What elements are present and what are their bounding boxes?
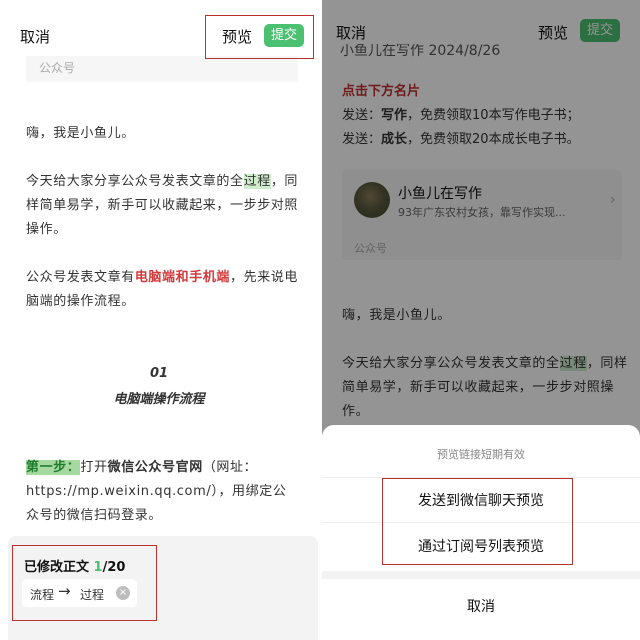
divider [322,571,640,579]
annotation-highlight-box [12,545,157,621]
left-editor-panel: 取消 预览 提交 公众号 嗨，我是小鱼儿。 今天给大家分享公众号发表文章的全过程… [0,0,318,640]
annotation-highlight-box [205,15,314,59]
article-paragraph[interactable]: 公众号发表文章有电脑端和手机端，先来说电脑端的操作流程。 [26,266,300,314]
cancel-button[interactable]: 取消 [20,26,50,47]
sheet-tip: 预览链接短期有效 [437,448,525,461]
modified-word-highlight: 过程 [243,174,271,189]
paragraph-text: 嗨，我是小鱼儿。 [26,126,135,141]
annotation-highlight-box [382,478,573,565]
article-paragraph[interactable]: 今天给大家分享公众号发表文章的全过程，同样简单易学，新手可以收藏起来，一步步对照… [26,170,300,242]
sheet-cancel-button[interactable]: 取消 [322,596,640,616]
step-label: 第一步： [26,460,81,475]
section-number: 01 [149,366,169,381]
emphasis-text: 电脑端和手机端 [134,270,231,285]
paragraph-text: 公众号发表文章有 [26,270,135,285]
article-paragraph[interactable]: 嗨，我是小鱼儿。 [26,122,300,146]
preview-action-sheet: 预览链接短期有效 发送到微信聊天预览 通过订阅号列表预览 取消 [322,425,640,640]
paragraph-text: 今天给大家分享公众号发表文章的全 [26,174,244,189]
section-title: 电脑端操作流程 [113,392,205,407]
article-paragraph[interactable]: 第一步：打开微信公众号官网（网址：https://mp.weixin.qq.co… [26,456,300,528]
emphasis-text: 微信公众号官网 [107,460,203,475]
account-label: 公众号 [39,61,76,75]
right-preview-panel: 取消 预览 提交 小鱼儿在写作 2024/8/26 点击下方名片 发送：写作，免… [322,0,640,640]
paragraph-text: 打开 [80,460,108,475]
